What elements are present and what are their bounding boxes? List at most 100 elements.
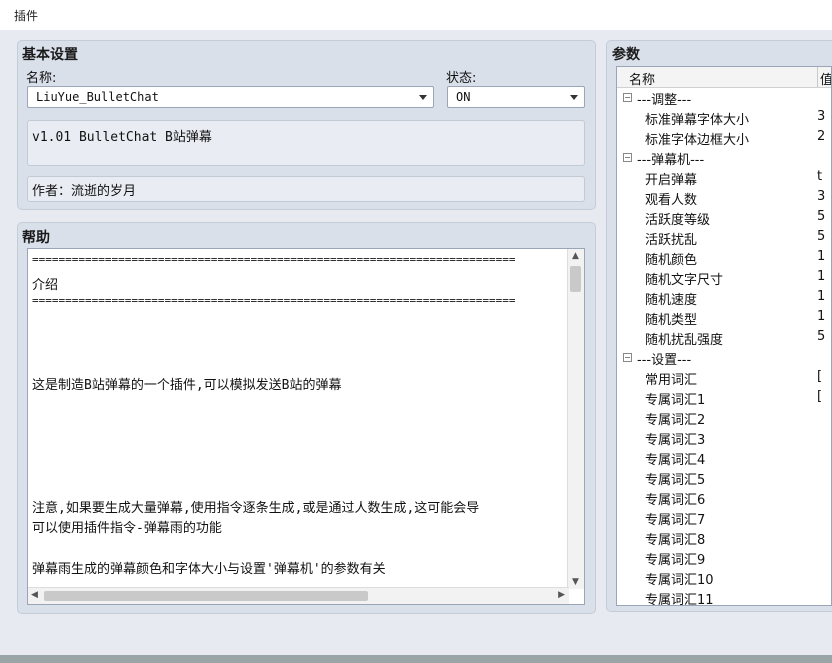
- scroll-up-icon[interactable]: ▲: [572, 251, 579, 261]
- help-textarea[interactable]: ========================================…: [27, 248, 585, 605]
- status-select-value: ON: [456, 90, 471, 104]
- tree-item-row[interactable]: 专属词汇3: [617, 428, 831, 448]
- tree-item-row[interactable]: 活跃扰乱 5: [617, 228, 831, 248]
- scroll-down-icon[interactable]: ▼: [572, 577, 579, 587]
- tree-row-label: 专属词汇1: [645, 393, 706, 408]
- tree-row-label: 随机扰乱强度: [645, 333, 724, 348]
- tree-item-row[interactable]: 专属词汇4: [617, 448, 831, 468]
- name-label: 名称:: [26, 71, 57, 86]
- scroll-left-icon[interactable]: ◀: [31, 590, 38, 600]
- tree-item-row[interactable]: 随机类型 1: [617, 308, 831, 328]
- collapse-icon[interactable]: −: [623, 93, 632, 102]
- background-strip: [0, 655, 832, 663]
- tree-item-row[interactable]: 标准字体边框大小 2: [617, 128, 831, 148]
- tree-row-label: 随机颜色: [645, 253, 698, 268]
- tree-row-label: 随机速度: [645, 293, 698, 308]
- collapse-icon[interactable]: −: [623, 153, 632, 162]
- window-title: 插件: [14, 9, 39, 23]
- tree-row-label: 常用词汇: [645, 373, 698, 388]
- tree-item-row[interactable]: 随机文字尺寸 1: [617, 268, 831, 288]
- author-field[interactable]: 作者：流逝的岁月: [27, 176, 585, 202]
- tree-item-row[interactable]: 专属词汇7: [617, 508, 831, 528]
- tree-row-label: 开启弹幕: [645, 173, 698, 188]
- status-select[interactable]: ON: [447, 86, 585, 108]
- tree-item-row[interactable]: 专属词汇5: [617, 468, 831, 488]
- tree-row-label: ---弹幕机---: [637, 153, 705, 168]
- tree-item-row[interactable]: 常用词汇 [: [617, 368, 831, 388]
- tree-row-label: 专属词汇7: [645, 513, 706, 528]
- tree-row-label: 专属词汇6: [645, 493, 706, 508]
- tree-item-row[interactable]: 专属词汇1 [: [617, 388, 831, 408]
- tree-row-label: 观看人数: [645, 193, 698, 208]
- help-line: 弹幕雨生成的弹幕颜色和字体大小与设置'弹幕机'的参数有关: [32, 562, 386, 577]
- help-line: 可以使用插件指令-弹幕雨的功能: [32, 521, 222, 536]
- tree-row-value: 3: [817, 109, 826, 124]
- tree-row-label: ---调整---: [637, 93, 692, 108]
- help-line: 这是制造B站弹幕的一个插件,可以模拟发送B站的弹幕: [32, 378, 342, 393]
- tree-group-row[interactable]: − ---弹幕机---: [617, 148, 831, 168]
- tree-item-row[interactable]: 专属词汇10: [617, 568, 831, 588]
- column-divider[interactable]: [817, 67, 818, 87]
- help-separator: ========================================…: [32, 253, 516, 266]
- tree-row-label: 专属词汇10: [645, 573, 714, 588]
- help-horizontal-scroll-thumb[interactable]: [44, 591, 368, 601]
- name-select-value: LiuYue_BulletChat: [36, 90, 159, 104]
- help-line: 注意,如果要生成大量弹幕,使用指令逐条生成,或是通过人数生成,这可能会导: [32, 501, 480, 516]
- name-select[interactable]: LiuYue_BulletChat: [27, 86, 434, 108]
- tree-row-value: 5: [817, 329, 826, 344]
- author-text: 作者：流逝的岁月: [32, 184, 137, 199]
- help-content: ========================================…: [28, 249, 569, 587]
- tree-item-row[interactable]: 随机扰乱强度 5: [617, 328, 831, 348]
- window-titlebar: 插件: [0, 0, 832, 31]
- tree-row-value: 1: [817, 249, 826, 264]
- tree-row-value: 5: [817, 209, 826, 224]
- tree-row-label: 标准字体边框大小: [645, 133, 750, 148]
- scroll-right-icon[interactable]: ▶: [558, 590, 565, 600]
- tree-item-row[interactable]: 专属词汇9: [617, 548, 831, 568]
- parameters-header: 名称 值: [617, 67, 831, 88]
- tree-item-row[interactable]: 观看人数 3: [617, 188, 831, 208]
- column-header-name[interactable]: 名称: [629, 69, 655, 88]
- help-separator: ========================================…: [32, 294, 516, 307]
- description-field[interactable]: v1.01 BulletChat B站弹幕: [27, 120, 585, 166]
- tree-item-row[interactable]: 专属词汇6: [617, 488, 831, 508]
- tree-group-row[interactable]: − ---设置---: [617, 348, 831, 368]
- parameters-title: 参数: [612, 47, 640, 63]
- tree-item-row[interactable]: 专属词汇8: [617, 528, 831, 548]
- tree-row-label: 专属词汇8: [645, 533, 706, 548]
- collapse-icon[interactable]: −: [623, 353, 632, 362]
- tree-item-row[interactable]: 随机颜色 1: [617, 248, 831, 268]
- parameters-tree[interactable]: 名称 值 − ---调整--- 标准弹幕字体大小 3 标准字体边框大小 2− ---弹幕机-…: [616, 66, 832, 606]
- tree-row-label: 活跃扰乱: [645, 233, 698, 248]
- tree-row-label: 专属词汇3: [645, 433, 706, 448]
- tree-row-label: 专属词汇5: [645, 473, 706, 488]
- status-label: 状态:: [446, 71, 477, 86]
- help-vertical-scroll-thumb[interactable]: [570, 266, 581, 292]
- basic-settings-title: 基本设置: [22, 47, 78, 63]
- tree-row-label: 随机文字尺寸: [645, 273, 724, 288]
- tree-item-row[interactable]: 专属词汇2: [617, 408, 831, 428]
- help-vertical-scrollbar[interactable]: ▲ ▼: [567, 249, 584, 589]
- tree-row-value: 3: [817, 189, 826, 204]
- chevron-down-icon: [419, 95, 427, 100]
- tree-row-value: [: [817, 369, 823, 384]
- tree-item-row[interactable]: 随机速度 1: [617, 288, 831, 308]
- tree-row-value: [: [817, 389, 823, 404]
- help-horizontal-scrollbar[interactable]: ◀ ▶: [28, 587, 569, 604]
- tree-item-row[interactable]: 活跃度等级 5: [617, 208, 831, 228]
- tree-group-row[interactable]: − ---调整---: [617, 88, 831, 108]
- tree-row-value: 1: [817, 309, 826, 324]
- tree-item-row[interactable]: 标准弹幕字体大小 3: [617, 108, 831, 128]
- tree-row-label: 专属词汇4: [645, 453, 706, 468]
- tree-row-label: 标准弹幕字体大小: [645, 113, 750, 128]
- tree-row-value: 5: [817, 229, 826, 244]
- chevron-down-icon: [570, 95, 578, 100]
- help-title: 帮助: [22, 230, 50, 246]
- tree-item-row[interactable]: 开启弹幕 t: [617, 168, 831, 188]
- tree-row-value: t: [817, 169, 823, 184]
- column-header-value[interactable]: 值: [820, 69, 831, 88]
- description-text: v1.01 BulletChat B站弹幕: [32, 130, 212, 145]
- tree-item-row[interactable]: 专属词汇11: [617, 588, 831, 605]
- tree-row-label: 专属词汇9: [645, 553, 706, 568]
- help-heading: 介绍: [32, 278, 59, 293]
